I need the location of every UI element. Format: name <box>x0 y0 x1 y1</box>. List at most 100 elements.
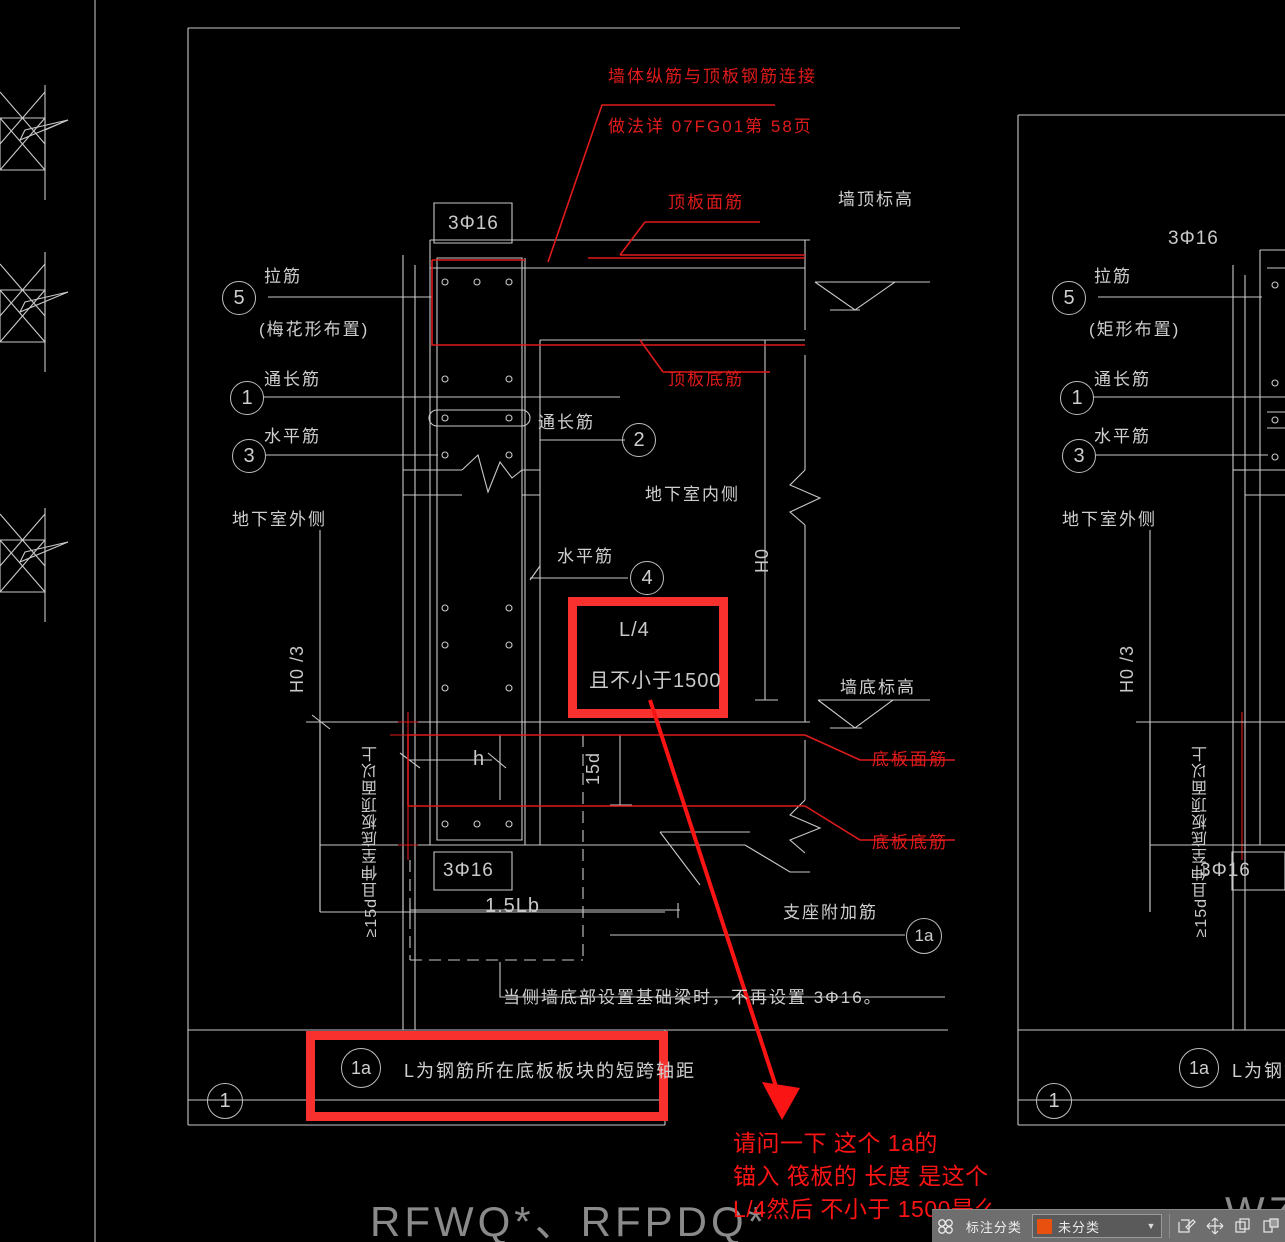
annotation-toolbar[interactable]: 标注分类 未分类 ▼ <box>932 1209 1285 1242</box>
legend-text-1a: L为钢筋所在底板板块的短跨轴距 <box>404 1061 697 1081</box>
right-dim-label-anchor-note: ≥15d且伸至底板顶面以上 <box>1193 745 1210 938</box>
dim-label-anchor-note: ≥15d且伸至底板顶面以上 <box>363 745 380 938</box>
callout-bubble-2-text: 2 <box>633 428 645 451</box>
dim-h <box>399 735 507 800</box>
callout-bubble-1a-text: 1a <box>914 926 934 945</box>
highlighted-dim-min: 且不小于1500 <box>589 670 722 692</box>
red-label-base-top-rebar: 底板面筋 <box>872 750 948 769</box>
red-note-connection-line1: 墙体纵筋与顶板钢筋连接 <box>608 67 817 86</box>
interior-face <box>788 240 822 854</box>
right-callout-bubble-5-text: 5 <box>1063 286 1075 309</box>
right-dim-label-h0-third: H0 /3 <box>1117 645 1137 694</box>
category-color-swatch <box>1036 1218 1052 1234</box>
elevation-symbol-bottom <box>817 699 930 729</box>
callout-bubble-4[interactable]: 4 <box>630 561 664 595</box>
right-legend-bubble-1a[interactable]: 1a <box>1179 1048 1219 1088</box>
dim-label-1-5Lb: 1.5Lb <box>485 895 541 917</box>
wall-rebar-dots <box>441 278 513 828</box>
right-legend-text-1a: L为钢筋 <box>1232 1061 1285 1081</box>
right-base-slab <box>1149 721 1285 912</box>
right-wall-rebar-dots <box>1267 281 1285 461</box>
dim-label-15d: 15d <box>583 752 603 786</box>
grid-icon[interactable] <box>932 1211 960 1241</box>
dim-1-5Lb <box>409 903 680 918</box>
move-annotation-icon[interactable] <box>1201 1211 1229 1241</box>
callout-label-2: 通长筋 <box>538 413 595 432</box>
edit-annotation-icon[interactable] <box>1173 1211 1201 1241</box>
red-label-base-bottom-rebar: 底板底筋 <box>872 833 948 852</box>
right-callout-bubble-3-text: 3 <box>1073 444 1085 467</box>
tie-bar-symbol <box>428 409 531 427</box>
dim-15d <box>610 734 632 806</box>
red-note-connection-line2: 做法详 07FG01第 58页 <box>608 117 813 136</box>
category-dropdown[interactable]: 未分类 ▼ <box>1031 1214 1163 1238</box>
toolbar-divider <box>1169 1214 1171 1238</box>
callout-bubble-3[interactable]: 3 <box>232 439 266 473</box>
right-callout-label-3: 水平筋 <box>1094 427 1151 446</box>
label-outside: 地下室外侧 <box>232 510 327 529</box>
frame-tag-bubble-left[interactable]: 1 <box>207 1083 243 1119</box>
top-bar-note: 3Φ16 <box>448 213 499 234</box>
callout-bubble-4-text: 4 <box>641 566 653 589</box>
chevron-down-icon[interactable]: ▼ <box>1146 1221 1161 1231</box>
category-value: 未分类 <box>1057 1219 1100 1235</box>
right-callout-label-1: 通长筋 <box>1094 370 1151 389</box>
callout-bubble-2[interactable]: 2 <box>622 423 656 457</box>
elevation-symbol-top <box>814 281 930 311</box>
frame-tag-bubble-right-text: 1 <box>1048 1089 1060 1112</box>
frame-tag-bubble-right[interactable]: 1 <box>1036 1083 1072 1119</box>
label-wall-top-elevation: 墙顶标高 <box>838 190 914 209</box>
callout-label-support-bar: 支座附加筋 <box>783 903 878 922</box>
callout-label-1: 通长筋 <box>264 370 321 389</box>
callout-label-3: 水平筋 <box>264 427 321 446</box>
category-label: 标注分类 <box>965 1219 1022 1235</box>
right-top-bar-note: 3Φ16 <box>1168 228 1219 249</box>
callout-bubble-3-text: 3 <box>243 444 255 467</box>
right-callout-bubble-1[interactable]: 1 <box>1060 381 1094 415</box>
highlighted-dim-l4: L/4 <box>619 619 650 641</box>
note-foundation-beam: 当侧墙底部设置基础梁时，不再设置 3Φ16。 <box>503 988 883 1007</box>
red-label-slab-bottom-rebar: 顶板底筋 <box>668 370 744 389</box>
left-detail-title: RFWQ*、RFPDQ* <box>370 1198 768 1242</box>
dim-h0-third <box>306 530 336 912</box>
right-callout-bubble-5[interactable]: 5 <box>1052 281 1086 315</box>
right-anchor-dim <box>1232 712 1252 860</box>
left-edge-detail-3 <box>0 508 69 622</box>
wall-break-line <box>403 453 540 496</box>
callout-bubble-1a[interactable]: 1a <box>906 918 942 954</box>
callout-bubble-5-text: 5 <box>233 286 245 309</box>
left-edge-detail-1 <box>0 85 69 200</box>
user-question-line1: 请问一下 这个 1a的 <box>733 1130 938 1156</box>
label-inside: 地下室内侧 <box>645 485 740 504</box>
red-label-slab-top-rebar: 顶板面筋 <box>668 193 744 212</box>
duplicate-annotation-icon[interactable] <box>1257 1211 1285 1241</box>
callout-bubble-1[interactable]: 1 <box>230 381 264 415</box>
right-callout-bubble-1-text: 1 <box>1071 386 1083 409</box>
bottom-bar-dashed <box>409 734 584 961</box>
dim-label-h: h <box>473 748 486 770</box>
dim-label-h0: H0 <box>752 548 772 574</box>
dim-h0 <box>755 340 778 701</box>
right-callout-label-5: 拉筋 <box>1094 267 1132 286</box>
user-question-line2: 锚入 筏板的 长度 是这个 <box>733 1163 989 1189</box>
right-wall-section <box>1232 249 1285 1030</box>
dim-label-h0-third: H0 /3 <box>287 645 307 694</box>
bottom-bar-note: 3Φ16 <box>443 860 494 881</box>
right-callout-sublabel-5: (矩形布置) <box>1089 320 1181 339</box>
legend-bubble-1a-text: 1a <box>350 1057 372 1078</box>
callout-bubble-1-text: 1 <box>241 386 253 409</box>
right-dim-h0-third <box>1136 530 1166 912</box>
label-wall-bottom-elevation: 墙底标高 <box>840 678 916 697</box>
cad-viewer-canvas[interactable]: 墙体纵筋与顶板钢筋连接 做法详 07FG01第 58页 顶板面筋 顶板底筋 底板… <box>0 0 1285 1242</box>
copy-annotation-icon[interactable] <box>1229 1211 1257 1241</box>
callout-bubble-5[interactable]: 5 <box>222 281 256 315</box>
callout-sublabel-5: (梅花形布置) <box>259 320 370 339</box>
right-legend-bubble-1a-text: 1a <box>1188 1057 1210 1078</box>
right-label-outside: 地下室外侧 <box>1062 510 1157 529</box>
callout-label-5: 拉筋 <box>264 267 302 286</box>
callout-label-4: 水平筋 <box>557 547 614 566</box>
legend-bubble-1a[interactable]: 1a <box>341 1048 381 1088</box>
left-edge-detail-2 <box>0 252 69 372</box>
base-slab-outline <box>319 721 810 913</box>
right-callout-bubble-3[interactable]: 3 <box>1062 439 1096 473</box>
